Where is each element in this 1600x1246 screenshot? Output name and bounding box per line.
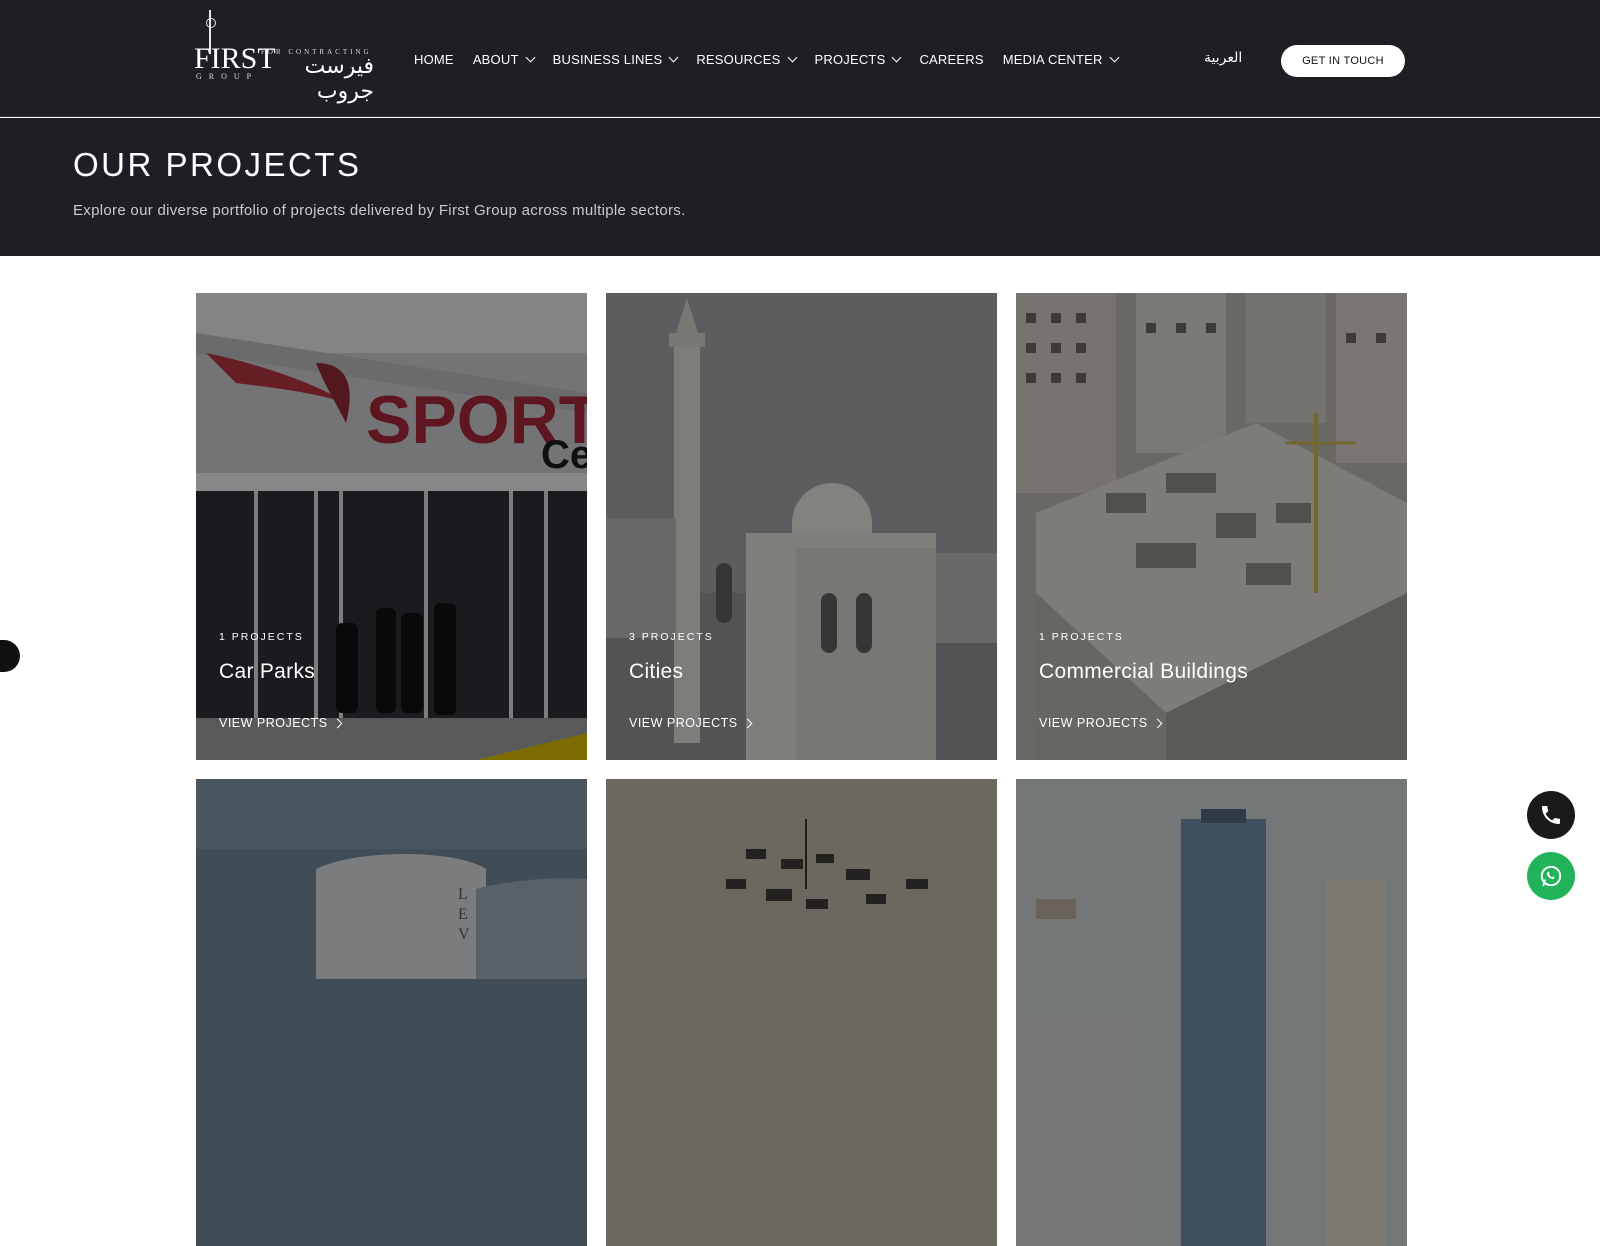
nav-projects[interactable]: PROJECTS <box>814 52 902 67</box>
nav-business-lines[interactable]: BUSINESS LINES <box>552 52 679 67</box>
nav-resources[interactable]: RESOURCES <box>696 52 797 67</box>
get-in-touch-button[interactable]: GET IN TOUCH <box>1281 45 1405 77</box>
logo-group: GROUP <box>196 72 259 81</box>
main-nav: HOME ABOUT BUSINESS LINES RESOURCES PROJ… <box>414 52 1137 67</box>
chevron-down-icon <box>525 52 536 63</box>
chevron-right-icon <box>742 718 753 728</box>
view-projects-label: VIEW PROJECTS <box>1039 716 1148 730</box>
nav-resources-label: RESOURCES <box>696 52 781 67</box>
whatsapp-icon <box>1540 865 1562 887</box>
page-subtitle: Explore our diverse portfolio of project… <box>73 202 686 219</box>
image-overlay <box>1016 293 1407 760</box>
call-button[interactable] <box>1527 791 1575 839</box>
page-hero: OUR PROJECTS Explore our diverse portfol… <box>0 118 1600 256</box>
view-projects-link[interactable]: VIEW PROJECTS <box>219 716 343 730</box>
nav-projects-label: PROJECTS <box>814 52 886 67</box>
project-card-commercial-buildings[interactable]: 1 PROJECTS Commercial Buildings VIEW PRO… <box>1016 293 1407 760</box>
view-projects-link[interactable]: VIEW PROJECTS <box>629 716 753 730</box>
image-overlay <box>196 779 587 1246</box>
nav-careers[interactable]: CAREERS <box>919 52 983 67</box>
page-title: OUR PROJECTS <box>73 146 362 183</box>
chevron-down-icon <box>892 52 902 63</box>
chevron-down-icon <box>668 52 679 63</box>
project-count: 3 PROJECTS <box>629 631 714 643</box>
project-card-car-parks[interactable]: SPORT Ce 1 PROJECTS Car Parks VIEW PROJE… <box>196 293 587 760</box>
nav-home-label: HOME <box>414 52 454 67</box>
site-header: FIRST FOR CONTRACTING فيرست جروب GROUP H… <box>0 0 1600 117</box>
chevron-right-icon <box>332 718 343 728</box>
nav-media-center[interactable]: MEDIA CENTER <box>1002 52 1120 67</box>
category-title: Car Parks <box>219 660 316 683</box>
chevron-down-icon <box>787 52 797 63</box>
nav-about-label: ABOUT <box>472 52 519 67</box>
whatsapp-button[interactable] <box>1527 852 1575 900</box>
company-logo[interactable]: FIRST FOR CONTRACTING فيرست جروب GROUP <box>194 8 374 104</box>
nav-business-lines-label: BUSINESS LINES <box>552 52 663 67</box>
chevron-right-icon <box>1152 718 1163 728</box>
view-projects-label: VIEW PROJECTS <box>219 716 328 730</box>
image-overlay <box>606 779 997 1246</box>
language-toggle[interactable]: العربية <box>1204 50 1242 66</box>
project-count: 1 PROJECTS <box>219 631 304 643</box>
category-title: Commercial Buildings <box>1039 660 1249 683</box>
image-overlay <box>1016 779 1407 1246</box>
side-slider-handle[interactable] <box>0 640 20 672</box>
image-overlay <box>196 293 587 760</box>
nav-home[interactable]: HOME <box>414 52 454 67</box>
logo-arabic-name: فيرست جروب <box>304 54 374 104</box>
phone-icon <box>1542 806 1560 824</box>
view-projects-link[interactable]: VIEW PROJECTS <box>1039 716 1163 730</box>
nav-about[interactable]: ABOUT <box>472 52 536 67</box>
view-projects-label: VIEW PROJECTS <box>629 716 738 730</box>
nav-media-center-label: MEDIA CENTER <box>1002 52 1103 67</box>
nav-careers-label: CAREERS <box>919 52 984 67</box>
project-card-4[interactable]: L E V <box>196 779 587 1246</box>
category-title: Cities <box>629 660 684 683</box>
chevron-down-icon <box>1109 52 1120 63</box>
project-count: 1 PROJECTS <box>1039 631 1124 643</box>
project-card-5[interactable] <box>606 779 997 1246</box>
project-card-cities[interactable]: 3 PROJECTS Cities VIEW PROJECTS <box>606 293 997 760</box>
project-card-6[interactable] <box>1016 779 1407 1246</box>
image-overlay <box>606 293 997 760</box>
